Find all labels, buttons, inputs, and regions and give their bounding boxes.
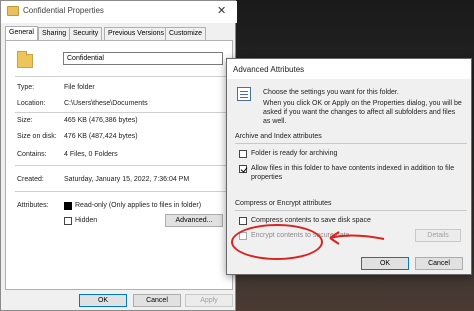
location-label: Location: — [17, 100, 46, 107]
archive-label: Folder is ready for archiving — [251, 150, 338, 157]
tab-previous-versions[interactable]: Previous Versions — [104, 27, 169, 40]
attributes-label: Attributes: — [17, 202, 49, 209]
details-button[interactable]: Details — [415, 229, 461, 242]
tab-customize[interactable]: Customize — [165, 27, 207, 40]
index-checkbox[interactable] — [239, 165, 247, 173]
size-on-disk-label: Size on disk: — [17, 133, 57, 140]
list-icon — [237, 87, 251, 101]
ok-button[interactable]: OK — [79, 294, 127, 307]
advanced-ok-button[interactable]: OK — [361, 257, 409, 270]
tab-general[interactable]: General — [5, 26, 38, 41]
divider — [15, 165, 227, 166]
intro-line-2: When you click OK or Apply on the Proper… — [263, 100, 462, 107]
readonly-checkbox[interactable] — [64, 202, 72, 210]
index-label-line-2: properties — [251, 174, 283, 181]
apply-button[interactable]: Apply — [185, 294, 233, 307]
size-value: 465 KB (476,386 bytes) — [64, 117, 138, 124]
archive-group-label: Archive and Index attributes — [235, 133, 322, 140]
properties-title: Confidential Properties — [23, 6, 104, 15]
contains-value: 4 Files, 0 Folders — [64, 151, 118, 158]
advanced-title: Advanced Attributes — [233, 65, 305, 74]
cancel-button[interactable]: Cancel — [133, 294, 181, 307]
advanced-cancel-button[interactable]: Cancel — [415, 257, 463, 270]
contains-label: Contains: — [17, 151, 47, 158]
created-value: Saturday, January 15, 2022, 7:36:04 PM — [64, 176, 190, 183]
index-label-line-1: Allow files in this folder to have conte… — [251, 165, 455, 172]
type-label: Type: — [17, 84, 35, 91]
divider — [15, 76, 227, 77]
advanced-titlebar: Advanced Attributes — [227, 59, 471, 79]
group-divider — [235, 210, 467, 211]
hidden-checkbox[interactable] — [64, 217, 72, 225]
divider — [15, 191, 227, 192]
close-icon[interactable]: ✕ — [217, 4, 226, 17]
properties-dialog: Confidential Properties ✕ General Sharin… — [0, 0, 237, 311]
folder-icon — [7, 6, 19, 16]
tab-sharing[interactable]: Sharing — [38, 27, 71, 40]
location-value: C:\Users\these\Documents — [64, 100, 148, 107]
hidden-label: Hidden — [75, 217, 98, 224]
folder-name-field[interactable]: Confidential — [63, 52, 223, 65]
properties-titlebar: Confidential Properties ✕ — [1, 1, 237, 23]
intro-line-3: asked if you want the changes to affect … — [263, 109, 456, 116]
divider — [15, 112, 227, 113]
size-label: Size: — [17, 117, 33, 124]
advanced-button[interactable]: Advanced... — [165, 214, 223, 227]
readonly-label: Read-only (Only applies to files in fold… — [75, 202, 202, 209]
compress-label: Compress contents to save disk space — [251, 217, 371, 224]
type-value: File folder — [64, 84, 95, 91]
intro-line-4: as well. — [263, 118, 287, 125]
compress-checkbox[interactable] — [239, 217, 247, 225]
created-label: Created: — [17, 176, 44, 183]
intro-line-1: Choose the settings you want for this fo… — [263, 89, 399, 96]
compress-group-label: Compress or Encrypt attributes — [235, 200, 332, 207]
tab-security[interactable]: Security — [69, 27, 103, 40]
annotation-circle — [231, 224, 323, 260]
folder-icon — [17, 51, 33, 68]
annotation-arrow-icon — [329, 231, 385, 245]
archive-checkbox[interactable] — [239, 150, 247, 158]
group-divider — [235, 143, 467, 144]
size-on-disk-value: 476 KB (487,424 bytes) — [64, 133, 138, 140]
